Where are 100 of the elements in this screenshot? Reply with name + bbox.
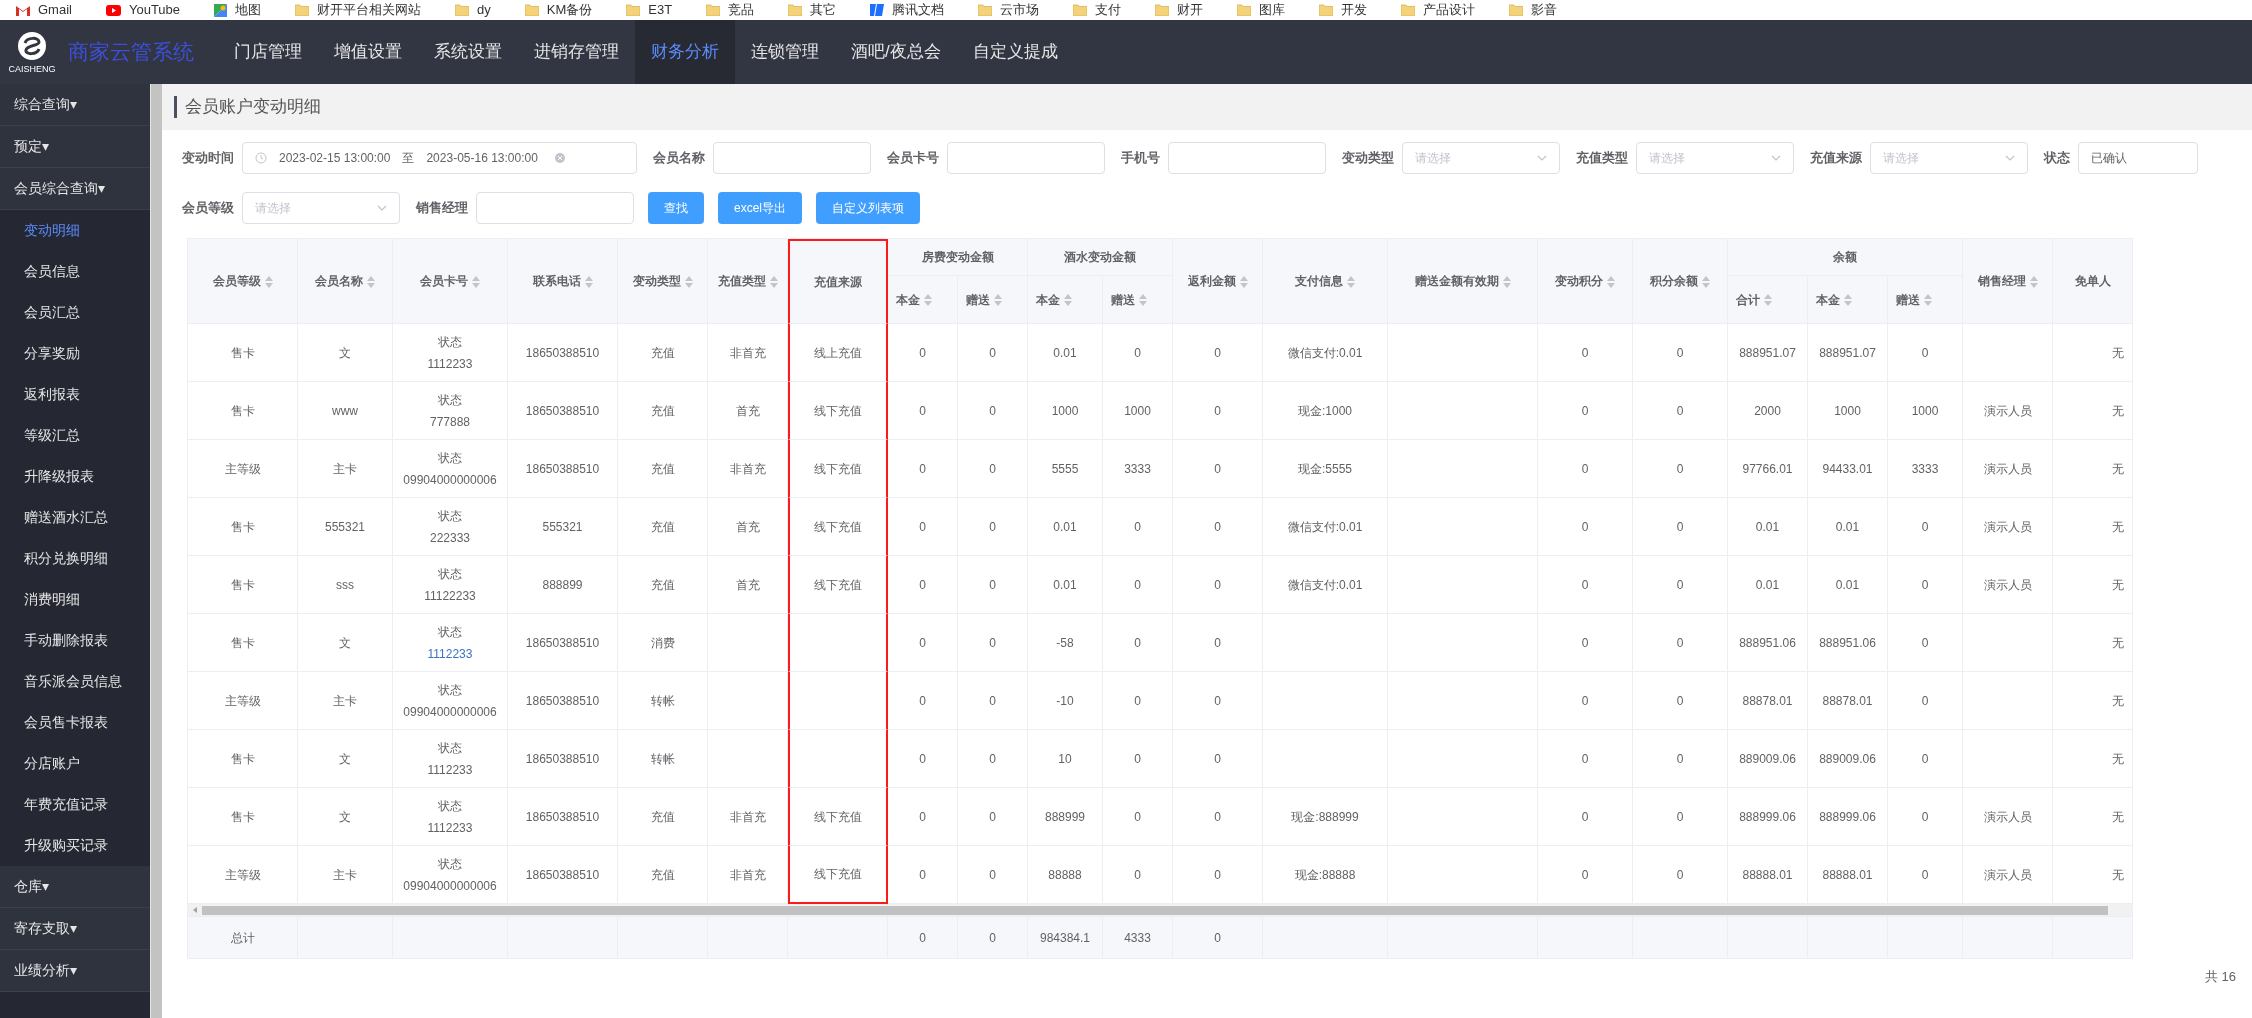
table-cell: 非首充 xyxy=(729,867,766,882)
sidebar-item[interactable]: 手动删除报表 xyxy=(0,620,150,661)
column-header[interactable]: 会员名称 xyxy=(298,239,393,324)
column-header[interactable]: 会员卡号 xyxy=(393,239,508,324)
sort-icon[interactable] xyxy=(264,275,273,288)
nav-tab[interactable]: 财务分析 xyxy=(635,20,735,84)
card-number-link[interactable]: 1112233 xyxy=(427,642,473,665)
bookmark-item[interactable]: 地图 xyxy=(214,0,262,20)
sidebar-item[interactable]: 会员信息 xyxy=(0,251,150,292)
column-header[interactable]: 本金 xyxy=(888,276,958,324)
horizontal-scrollbar[interactable] xyxy=(188,904,2132,916)
sort-icon[interactable] xyxy=(1607,275,1615,288)
nav-tab[interactable]: 系统设置 xyxy=(418,20,518,84)
bookmark-item[interactable]: 竞品 xyxy=(706,0,755,20)
sort-icon[interactable] xyxy=(1764,294,1772,307)
nav-tab[interactable]: 连锁管理 xyxy=(735,20,835,84)
sidebar-group[interactable]: 寄存支取▾ xyxy=(0,908,150,950)
bookmark-item[interactable]: 腾讯文档 xyxy=(870,0,945,20)
column-header[interactable]: 变动积分 xyxy=(1538,239,1633,324)
sidebar-group[interactable]: 综合查询▾ xyxy=(0,84,150,126)
sort-icon[interactable] xyxy=(584,275,593,288)
bookmark-item[interactable]: 支付 xyxy=(1073,0,1122,20)
sidebar-group[interactable]: 会员综合查询▾ xyxy=(0,168,150,210)
text-field[interactable] xyxy=(1168,142,1326,174)
nav-tab[interactable]: 门店管理 xyxy=(218,20,318,84)
bookmark-item[interactable]: 其它 xyxy=(788,0,837,20)
column-header[interactable]: 返利金额 xyxy=(1173,239,1263,324)
bookmark-item[interactable]: 产品设计 xyxy=(1401,0,1476,20)
bookmark-item[interactable]: dy xyxy=(455,0,491,20)
column-header[interactable]: 积分余额 xyxy=(1633,239,1728,324)
bookmark-item[interactable]: 影音 xyxy=(1509,0,1558,20)
nav-tab[interactable]: 自定义提成 xyxy=(956,20,1074,84)
sort-icon[interactable] xyxy=(2029,275,2038,288)
table-cell: 线下充值 xyxy=(814,461,862,476)
nav-tab[interactable]: 酒吧/夜总会 xyxy=(835,20,957,84)
sort-icon[interactable] xyxy=(924,294,932,307)
date-range-field[interactable]: 2023-02-15 13:00:00 至 2023-05-16 13:00:00 xyxy=(242,142,637,174)
column-header[interactable]: 本金 xyxy=(1028,276,1103,324)
nav-tab[interactable]: 增值设置 xyxy=(318,20,418,84)
column-header[interactable]: 销售经理 xyxy=(1963,239,2053,324)
sidebar-item[interactable]: 返利报表 xyxy=(0,374,150,415)
bookmark-item[interactable]: 开发 xyxy=(1319,0,1368,20)
bookmark-item[interactable]: Gmail xyxy=(16,0,72,20)
sidebar-group[interactable]: 预定▾ xyxy=(0,126,150,168)
bookmark-item[interactable]: YouTube xyxy=(105,0,181,20)
sidebar-item[interactable]: 年费充值记录 xyxy=(0,784,150,825)
sort-icon[interactable] xyxy=(1239,275,1248,288)
column-header[interactable]: 赠送 xyxy=(1888,276,1963,324)
sort-icon[interactable] xyxy=(994,294,1002,307)
column-header[interactable]: 会员等级 xyxy=(188,239,298,324)
clear-icon[interactable] xyxy=(553,152,566,164)
sort-icon[interactable] xyxy=(1502,275,1511,288)
sort-icon[interactable] xyxy=(1702,275,1710,288)
sort-icon[interactable] xyxy=(367,275,375,288)
column-header[interactable]: 充值类型 xyxy=(708,239,788,324)
select-field[interactable]: 已确认 xyxy=(2078,142,2198,174)
sidebar-group[interactable]: 仓库▾ xyxy=(0,866,150,908)
sidebar-item[interactable]: 会员售卡报表 xyxy=(0,702,150,743)
column-header[interactable]: 赠送 xyxy=(958,276,1028,324)
sidebar-scrollbar[interactable] xyxy=(150,84,162,1018)
sidebar-item[interactable]: 分享奖励 xyxy=(0,333,150,374)
bookmark-item[interactable]: 财开平台相关网站 xyxy=(295,0,422,20)
sidebar-item[interactable]: 积分兑换明细 xyxy=(0,538,150,579)
sort-icon[interactable] xyxy=(1064,294,1072,307)
sidebar-item[interactable]: 升级购买记录 xyxy=(0,825,150,866)
bookmark-item[interactable]: 云市场 xyxy=(978,0,1040,20)
sidebar-item[interactable]: 升降级报表 xyxy=(0,456,150,497)
text-field[interactable] xyxy=(947,142,1105,174)
bookmark-item[interactable]: 财开 xyxy=(1155,0,1204,20)
column-header[interactable]: 本金 xyxy=(1808,276,1888,324)
sort-icon[interactable] xyxy=(769,275,778,288)
sidebar-item[interactable]: 消费明细 xyxy=(0,579,150,620)
sidebar-item[interactable]: 赠送酒水汇总 xyxy=(0,497,150,538)
bookmark-item[interactable]: E3T xyxy=(626,0,673,20)
sort-icon[interactable] xyxy=(684,275,693,288)
sort-icon[interactable] xyxy=(472,275,480,288)
column-header[interactable]: 支付信息 xyxy=(1263,239,1388,324)
column-header[interactable]: 赠送 xyxy=(1103,276,1173,324)
column-header[interactable]: 充值来源 xyxy=(788,239,888,324)
sort-icon[interactable] xyxy=(1844,294,1852,307)
sidebar-item[interactable]: 变动明细 xyxy=(0,210,150,251)
sidebar-item[interactable]: 等级汇总 xyxy=(0,415,150,456)
sidebar-item[interactable]: 分店账户 xyxy=(0,743,150,784)
column-header[interactable]: 变动类型 xyxy=(618,239,708,324)
text-field[interactable] xyxy=(713,142,871,174)
sidebar-item[interactable]: 会员汇总 xyxy=(0,292,150,333)
bookmark-item[interactable]: 图库 xyxy=(1237,0,1286,20)
text-field[interactable] xyxy=(476,192,634,224)
bookmark-item[interactable]: KM备份 xyxy=(524,0,593,20)
sidebar-group[interactable]: 业绩分析▾ xyxy=(0,950,150,992)
sort-icon[interactable] xyxy=(1347,275,1355,288)
sidebar-item[interactable]: 音乐派会员信息 xyxy=(0,661,150,702)
column-header[interactable]: 免单人 xyxy=(2053,239,2133,324)
scrollbar-thumb[interactable] xyxy=(202,905,2108,915)
sort-icon[interactable] xyxy=(1139,294,1147,307)
column-header[interactable]: 赠送金额有效期 xyxy=(1388,239,1538,324)
sort-icon[interactable] xyxy=(1924,294,1932,307)
column-header[interactable]: 联系电话 xyxy=(508,239,618,324)
nav-tab[interactable]: 进销存管理 xyxy=(518,20,635,84)
column-header[interactable]: 合计 xyxy=(1728,276,1808,324)
